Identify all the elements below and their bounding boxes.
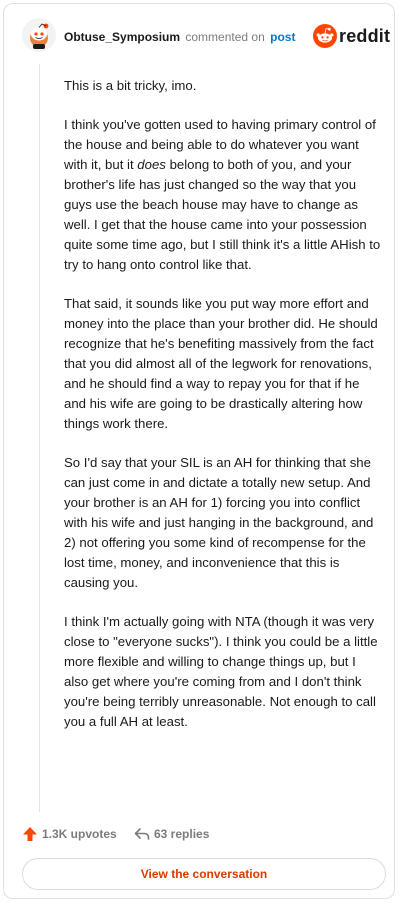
snoo-avatar-icon[interactable]: [22, 18, 56, 52]
upvote-button[interactable]: 1.3K upvotes: [22, 826, 117, 842]
comment-header: Obtuse_Symposium commented on post reddi…: [4, 4, 394, 68]
comment-paragraph-2: I think you've gotten used to having pri…: [64, 117, 381, 272]
meta-verb: commented on: [185, 30, 265, 44]
reply-arrow-icon: [134, 828, 150, 840]
comment-card: Obtuse_Symposium commented on post reddi…: [3, 3, 395, 899]
comment-meta: Obtuse_Symposium commented on post: [64, 30, 295, 44]
view-conversation-button[interactable]: View the conversation: [22, 858, 386, 890]
upvote-count: 1.3K upvotes: [42, 827, 117, 841]
reddit-wordmark: reddit: [339, 26, 391, 46]
comment-paragraph-3: That said, it sounds like you put way mo…: [64, 296, 378, 431]
post-link[interactable]: post: [270, 30, 295, 44]
comment-paragraph-5: I think I'm actually going with NTA (tho…: [64, 614, 378, 729]
replies-count: 63 replies: [154, 827, 210, 841]
comment-footer: 1.3K upvotes 63 replies: [4, 820, 394, 848]
replies-button[interactable]: 63 replies: [134, 826, 209, 842]
comment-paragraph-4: So I'd say that your SIL is an AH for th…: [64, 455, 374, 590]
comment-paragraph-1: This is a bit tricky, imo.: [64, 78, 197, 93]
reddit-logo[interactable]: reddit: [313, 24, 391, 50]
comment-body: This is a bit tricky, imo. I think you'v…: [64, 76, 382, 751]
thread-line: [39, 64, 40, 812]
username-link[interactable]: Obtuse_Symposium: [64, 30, 180, 44]
reddit-logo-icon: [313, 24, 337, 48]
emphasis-text: does: [137, 157, 166, 172]
upvote-arrow-icon: [23, 827, 37, 841]
